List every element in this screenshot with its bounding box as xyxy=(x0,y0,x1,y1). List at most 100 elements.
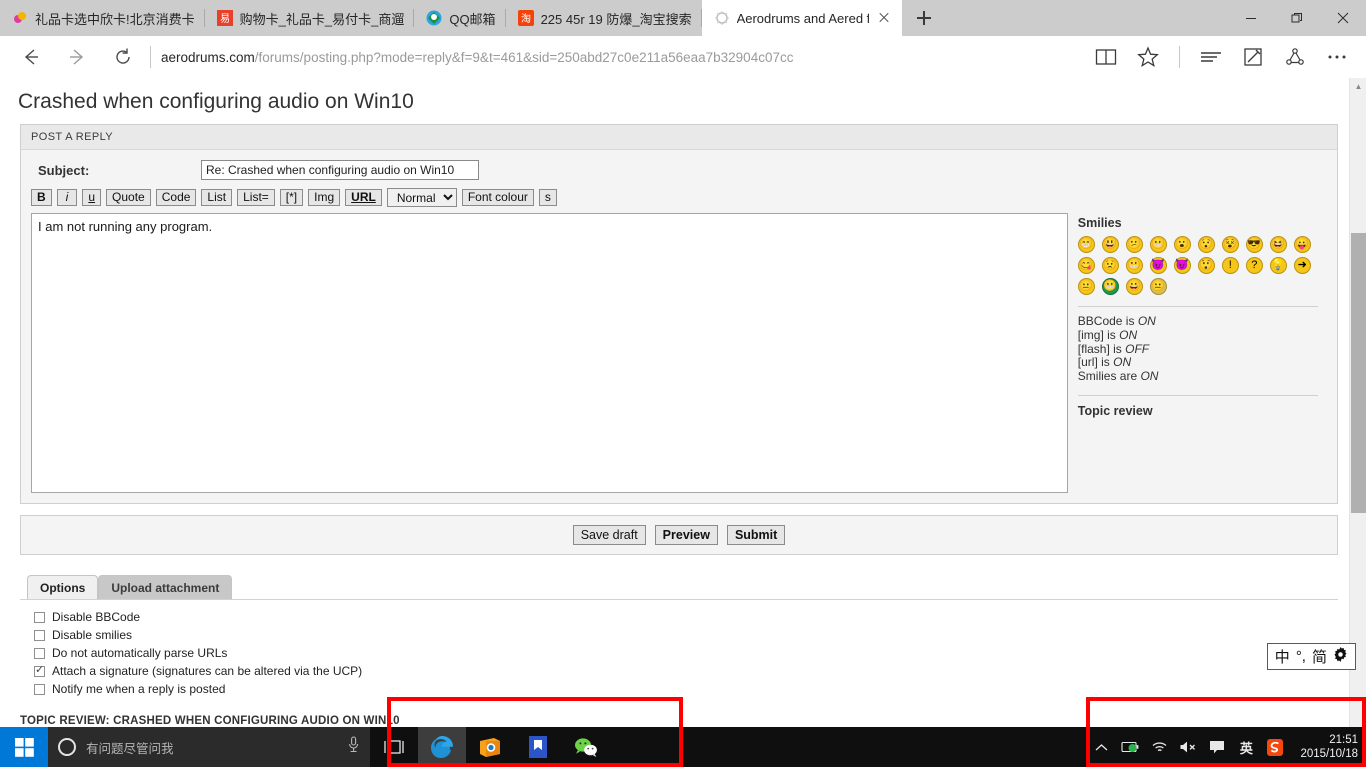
smiley-icon[interactable]: 😋 xyxy=(1077,257,1095,274)
url-button[interactable]: URL xyxy=(345,189,382,206)
smiley-icon[interactable]: 😛 xyxy=(1293,236,1311,253)
battery-icon[interactable] xyxy=(1120,737,1140,757)
taskbar-clock[interactable]: 21:51 2015/10/18 xyxy=(1294,733,1358,761)
web-note-icon[interactable] xyxy=(1232,40,1274,74)
smiley-icon[interactable]: 😐 xyxy=(1149,278,1167,295)
task-view-button[interactable] xyxy=(370,727,418,767)
sogou-icon[interactable] xyxy=(1265,737,1285,757)
ime-english-icon[interactable]: 英 xyxy=(1236,737,1256,757)
code-button[interactable]: Code xyxy=(155,189,197,206)
smiley-icon[interactable]: ! xyxy=(1221,257,1239,274)
list-item-button[interactable]: [*] xyxy=(279,189,304,206)
smiley-icon[interactable]: 😈 xyxy=(1173,257,1191,274)
smiley-icon[interactable]: 😐 xyxy=(1077,278,1095,295)
tab-upload-attachment[interactable]: Upload attachment xyxy=(98,575,233,599)
browser-tab-3[interactable]: QQ邮箱 xyxy=(414,0,506,36)
smiley-icon[interactable]: 😀 xyxy=(1125,278,1143,295)
browser-tab-2[interactable]: 易 购物卡_礼品卡_易付卡_商遛 xyxy=(205,0,415,36)
font-size-select[interactable]: Normal xyxy=(386,188,457,207)
start-button[interactable] xyxy=(0,727,48,767)
smiley-icon[interactable]: 😬 xyxy=(1149,236,1167,253)
clock-date: 2015/10/18 xyxy=(1300,748,1358,760)
smiley-icon[interactable]: 😬 xyxy=(1125,257,1143,274)
taskbar-app-photo-viewer[interactable] xyxy=(466,727,514,767)
submit-button[interactable]: Submit xyxy=(726,525,786,545)
new-tab-button[interactable] xyxy=(902,0,946,36)
close-button[interactable] xyxy=(1320,0,1366,36)
checkbox[interactable] xyxy=(34,629,45,641)
option-no-parse-urls[interactable]: Do not automatically parse URLs xyxy=(34,644,1338,662)
reading-view-icon[interactable] xyxy=(1085,40,1127,74)
ime-mode-label[interactable]: 中 xyxy=(1275,646,1290,667)
checkbox[interactable] xyxy=(34,647,45,659)
subject-input[interactable] xyxy=(201,160,479,180)
font-colour-button[interactable]: Font colour xyxy=(461,189,534,206)
action-center-icon[interactable] xyxy=(1207,737,1227,757)
browser-tab-5-active[interactable]: Aerodrums and Aered fo xyxy=(701,0,902,36)
italic-button[interactable]: i xyxy=(56,189,78,206)
save-draft-button[interactable]: Save draft xyxy=(572,525,646,545)
smiley-icon[interactable]: 😕 xyxy=(1125,236,1143,253)
restore-button[interactable] xyxy=(1274,0,1320,36)
back-arrow-icon[interactable] xyxy=(8,40,54,74)
ime-punctuation-label[interactable]: °, xyxy=(1296,648,1306,665)
show-hidden-icons-icon[interactable] xyxy=(1091,737,1111,757)
smiley-icon[interactable]: 😁 xyxy=(1077,236,1095,253)
scroll-up-arrow[interactable]: ▲ xyxy=(1350,78,1366,95)
smiley-icon[interactable]: 😈 xyxy=(1149,257,1167,274)
smiley-icon[interactable]: 😲 xyxy=(1197,257,1215,274)
taskbar-app-wps-writer[interactable] xyxy=(514,727,562,767)
checkbox[interactable] xyxy=(34,611,45,623)
gear-icon[interactable] xyxy=(1333,647,1348,666)
list-eq-button[interactable]: List= xyxy=(237,189,275,206)
smiley-icon[interactable]: ? xyxy=(1245,257,1263,274)
strike-button[interactable]: s xyxy=(538,189,557,206)
smiley-icon[interactable]: 💡 xyxy=(1269,257,1287,274)
smiley-icon[interactable]: 😆 xyxy=(1269,236,1287,253)
smiley-icon[interactable]: 😃 xyxy=(1101,236,1119,253)
smiley-icon[interactable]: ➜ xyxy=(1293,257,1311,274)
smiley-icon[interactable]: 😬 xyxy=(1101,278,1119,295)
option-label: Disable smilies xyxy=(52,628,133,642)
preview-button[interactable]: Preview xyxy=(654,525,718,545)
more-icon[interactable] xyxy=(1316,40,1358,74)
share-icon[interactable] xyxy=(1274,40,1316,74)
list-button[interactable]: List xyxy=(201,189,233,206)
address-bar[interactable]: aerodrums.com/forums/posting.php?mode=re… xyxy=(161,50,1085,65)
option-disable-smilies[interactable]: Disable smilies xyxy=(34,626,1338,644)
bold-button[interactable]: B xyxy=(31,189,52,206)
browser-tab-1[interactable]: 礼品卡选中欣卡!北京消费卡 xyxy=(0,0,205,36)
cortana-search-box[interactable]: 有问题尽管问我 xyxy=(48,727,370,767)
favorites-star-icon[interactable] xyxy=(1127,40,1169,74)
page-scrollbar[interactable]: ▲ xyxy=(1349,78,1366,727)
smiley-icon[interactable]: 😮 xyxy=(1173,236,1191,253)
close-icon[interactable] xyxy=(876,10,892,26)
checkbox[interactable] xyxy=(34,683,45,695)
minimize-button[interactable] xyxy=(1228,0,1274,36)
smiley-icon[interactable]: 😟 xyxy=(1101,257,1119,274)
wifi-icon[interactable] xyxy=(1149,737,1169,757)
forward-arrow-icon[interactable] xyxy=(54,40,100,74)
checkbox-checked[interactable] xyxy=(34,663,45,677)
scrollbar-thumb[interactable] xyxy=(1351,233,1366,513)
refresh-arrow-icon[interactable] xyxy=(100,40,146,74)
message-textarea[interactable]: I am not running any program. xyxy=(31,213,1068,493)
smiley-icon[interactable]: 😯 xyxy=(1197,236,1215,253)
smiley-icon[interactable]: 😎 xyxy=(1245,236,1263,253)
hub-icon[interactable] xyxy=(1190,40,1232,74)
ime-script-label[interactable]: 简 xyxy=(1312,646,1327,667)
option-disable-bbcode[interactable]: Disable BBCode xyxy=(34,608,1338,626)
microphone-icon[interactable] xyxy=(347,736,360,758)
taskbar-app-edge[interactable] xyxy=(418,727,466,767)
option-attach-signature[interactable]: Attach a signature (signatures can be al… xyxy=(34,662,1338,680)
underline-button[interactable]: u xyxy=(82,189,102,206)
smiley-icon[interactable]: 😵 xyxy=(1221,236,1239,253)
option-notify-reply[interactable]: Notify me when a reply is posted xyxy=(34,680,1338,698)
browser-tab-4[interactable]: 淘 225 45r 19 防爆_淘宝搜索 xyxy=(506,0,702,36)
quote-button[interactable]: Quote xyxy=(106,189,151,206)
taskbar-app-wechat[interactable] xyxy=(562,727,610,767)
tab-options[interactable]: Options xyxy=(27,575,99,599)
ime-floating-bar[interactable]: 中 °, 简 xyxy=(1266,643,1356,670)
volume-muted-icon[interactable] xyxy=(1178,737,1198,757)
image-button[interactable]: Img xyxy=(308,189,341,206)
